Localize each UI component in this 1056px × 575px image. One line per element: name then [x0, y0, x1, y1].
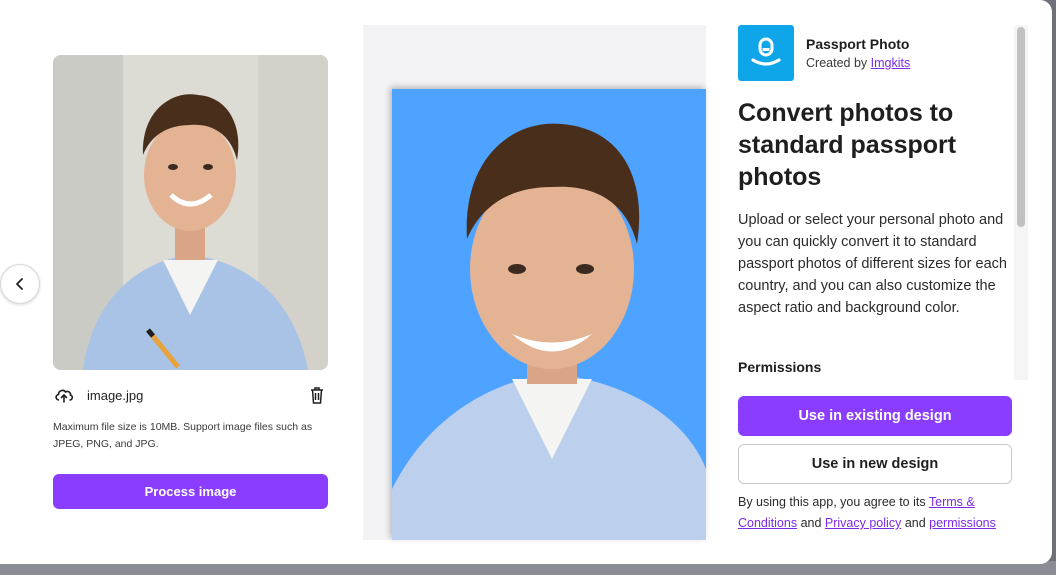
- chevron-left-icon: [16, 278, 23, 290]
- source-photo: [53, 55, 328, 370]
- created-by-prefix: Created by: [806, 56, 868, 70]
- legal-prefix: By using this app, you agree to its: [738, 495, 926, 509]
- app-description: Upload or select your personal photo and…: [738, 212, 1007, 316]
- passport-person-icon: [751, 37, 781, 66]
- cloud-upload-icon: [55, 389, 74, 403]
- upload-panel: [53, 55, 328, 370]
- app-name: Passport Photo: [806, 36, 910, 52]
- app-meta: Passport Photo Created by Imgkits: [806, 36, 910, 70]
- app-logo: [738, 25, 794, 81]
- file-size-hint: Maximum file size is 10MB. Support image…: [53, 421, 313, 450]
- process-image-button[interactable]: Process image: [53, 474, 328, 509]
- privacy-link[interactable]: Privacy policy: [825, 516, 901, 530]
- passport-person-illustration: [392, 123, 706, 540]
- scrollbar-thumb[interactable]: [1017, 27, 1025, 227]
- file-name: image.jpg: [87, 387, 144, 403]
- details-scrollbar[interactable]: [1014, 25, 1028, 380]
- use-in-existing-design-button[interactable]: Use in existing design: [738, 396, 1012, 436]
- passport-photo-preview: [392, 89, 706, 540]
- use-in-new-design-button[interactable]: Use in new design: [738, 444, 1012, 484]
- uploaded-file-row: image.jpg: [53, 382, 328, 408]
- app-detail-modal: image.jpg Maximum file size is 10MB. Sup…: [0, 0, 1052, 564]
- previous-button[interactable]: [0, 264, 40, 304]
- creator-link[interactable]: Imgkits: [871, 56, 911, 70]
- permissions-heading: Permissions: [738, 359, 822, 375]
- legal-and-2: and: [904, 516, 926, 530]
- permissions-link[interactable]: permissions: [929, 516, 996, 530]
- trash-icon[interactable]: [306, 384, 328, 406]
- legal-notice: By using this app, you agree to its Term…: [738, 492, 1018, 534]
- app-headline: Convert photos to standard passport phot…: [738, 99, 957, 191]
- app-header: Passport Photo Created by Imgkits: [738, 25, 910, 81]
- person-photo-illustration: [53, 55, 328, 370]
- legal-and-1: and: [800, 516, 822, 530]
- preview-pane: [363, 25, 706, 540]
- app-creator: Created by Imgkits: [806, 56, 910, 70]
